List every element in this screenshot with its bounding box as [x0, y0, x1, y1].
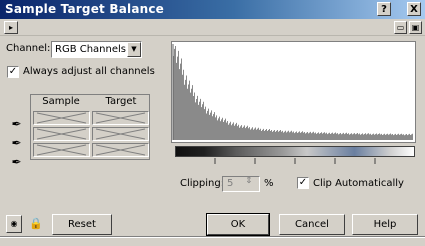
channel-label: Channel:: [6, 43, 51, 54]
clip-auto-checkbox[interactable]: ✓: [297, 177, 309, 189]
bottom-separator: [0, 236, 425, 238]
close-title-button[interactable]: X: [407, 2, 421, 16]
help-button[interactable]: Help: [352, 214, 418, 235]
toolbar-strip: [0, 19, 425, 36]
reset-button[interactable]: Reset: [52, 214, 112, 235]
cancel-button[interactable]: Cancel: [279, 214, 345, 235]
channel-select-value: RGB Channels: [55, 44, 127, 55]
target-header: Target: [105, 96, 137, 107]
lock-icon[interactable]: 🔒: [29, 216, 43, 232]
empty-cell-cross-icon: [95, 112, 146, 124]
empty-cell-cross-icon: [95, 128, 146, 140]
clipping-unit: %: [264, 178, 274, 189]
target-cell[interactable]: [92, 111, 149, 125]
expand-arrow-icon[interactable]: ▸: [4, 21, 18, 34]
clipping-spinner[interactable]: 5 ⇕: [222, 176, 260, 192]
empty-cell-cross-icon: [36, 144, 87, 156]
empty-cell-cross-icon: [36, 128, 87, 140]
clipping-value: 5: [227, 178, 234, 189]
channel-select[interactable]: RGB Channels ▼: [51, 41, 142, 58]
sample-cell[interactable]: [33, 143, 90, 157]
eye-icon: ◉: [10, 219, 18, 228]
tone-gradient-bar: [175, 146, 415, 157]
eyedropper-sample-icon[interactable]: ✒: [8, 116, 25, 133]
gradient-ticks: [214, 158, 376, 164]
spinner-arrows-icon[interactable]: ⇕: [245, 176, 253, 186]
single-view-icon[interactable]: ▣: [409, 21, 422, 34]
chevron-down-icon[interactable]: ▼: [127, 42, 141, 57]
empty-cell-cross-icon: [36, 112, 87, 124]
sample-cell[interactable]: [33, 127, 90, 141]
ok-button[interactable]: OK: [206, 213, 270, 236]
sample-target-table: Sample Target: [30, 94, 150, 160]
eyedropper-icon[interactable]: ✒: [8, 154, 25, 171]
always-adjust-checkbox[interactable]: ✓: [7, 66, 19, 78]
target-cell[interactable]: [92, 143, 149, 157]
help-title-button[interactable]: ?: [377, 2, 391, 16]
histogram-panel: [171, 41, 416, 143]
histogram-bars: [173, 46, 413, 140]
sample-header: Sample: [42, 96, 80, 107]
clipping-label: Clipping:: [180, 178, 225, 189]
eyedropper-target-icon[interactable]: ✒: [8, 135, 25, 152]
split-view-icon[interactable]: ▭: [394, 21, 407, 34]
sample-cell[interactable]: [33, 111, 90, 125]
always-adjust-label: Always adjust all channels: [23, 66, 155, 77]
empty-cell-cross-icon: [95, 144, 146, 156]
preview-toggle-button[interactable]: ◉: [6, 215, 22, 233]
window-title: Sample Target Balance: [5, 2, 165, 16]
target-cell[interactable]: [92, 127, 149, 141]
clip-auto-label: Clip Automatically: [313, 178, 404, 189]
histogram-graph: [172, 44, 413, 140]
